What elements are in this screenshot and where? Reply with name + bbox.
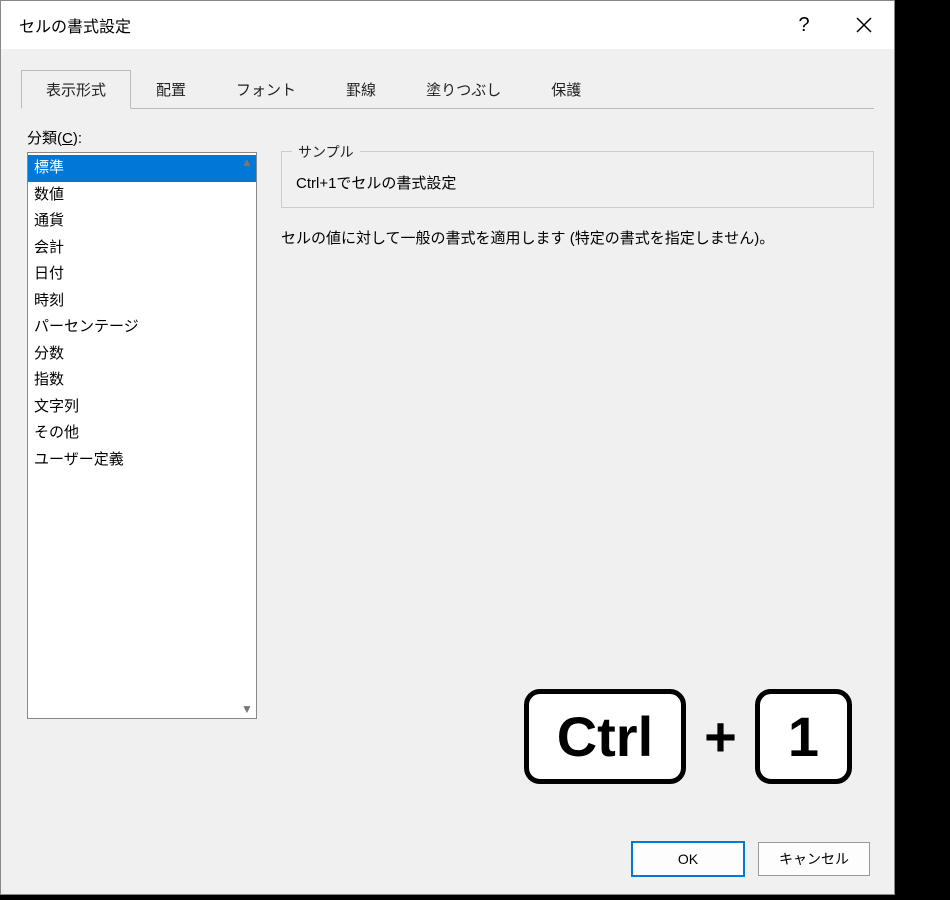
list-item[interactable]: ユーザー定義 (28, 447, 256, 474)
format-cells-dialog: セルの書式設定 ? 表示形式 配置 フォント 罫線 塗りつぶし 保護 分類(C)… (0, 0, 895, 895)
list-item[interactable]: 時刻 (28, 288, 256, 315)
list-item[interactable]: 数値 (28, 182, 256, 209)
close-icon (855, 16, 873, 34)
format-description: セルの値に対して一般の書式を適用します (特定の書式を指定しません)。 (281, 228, 874, 251)
category-column: 分類(C): ▲ 標準 数値 通貨 会計 日付 時刻 パーセンテージ 分数 指数… (27, 127, 257, 719)
keycap-1: 1 (755, 689, 852, 784)
titlebar: セルの書式設定 ? (1, 1, 894, 49)
tab-number-format[interactable]: 表示形式 (21, 70, 131, 109)
keycap-ctrl: Ctrl (524, 689, 686, 784)
sample-legend: サンプル (292, 142, 360, 162)
ok-button[interactable]: OK (632, 842, 744, 876)
plus-icon: + (704, 704, 737, 769)
category-listbox[interactable]: ▲ 標準 数値 通貨 会計 日付 時刻 パーセンテージ 分数 指数 文字列 その… (27, 152, 257, 719)
dialog-title: セルの書式設定 (19, 13, 131, 37)
sample-group: サンプル Ctrl+1でセルの書式設定 (281, 151, 874, 208)
close-button[interactable] (834, 1, 894, 49)
list-item[interactable]: 通貨 (28, 208, 256, 235)
list-item[interactable]: その他 (28, 420, 256, 447)
tab-strip: 表示形式 配置 フォント 罫線 塗りつぶし 保護 (21, 69, 874, 109)
list-item[interactable]: 標準 (28, 155, 256, 182)
list-item[interactable]: 指数 (28, 367, 256, 394)
sample-value: Ctrl+1でセルの書式設定 (282, 152, 873, 207)
tab-fill[interactable]: 塗りつぶし (401, 70, 526, 109)
dialog-footer: OK キャンセル (632, 842, 870, 876)
scroll-down-icon[interactable]: ▼ (240, 702, 254, 716)
cancel-button[interactable]: キャンセル (758, 842, 870, 876)
help-button[interactable]: ? (774, 1, 834, 49)
category-label: 分類(C): (27, 127, 257, 148)
help-icon: ? (798, 14, 809, 37)
list-item[interactable]: 分数 (28, 341, 256, 368)
tab-protection[interactable]: 保護 (526, 70, 606, 109)
details-column: サンプル Ctrl+1でセルの書式設定 セルの値に対して一般の書式を適用します … (257, 127, 874, 719)
tab-font[interactable]: フォント (211, 70, 321, 109)
list-item[interactable]: パーセンテージ (28, 314, 256, 341)
shortcut-overlay: Ctrl + 1 (524, 689, 852, 784)
list-item[interactable]: 日付 (28, 261, 256, 288)
tab-alignment[interactable]: 配置 (131, 70, 211, 109)
list-item[interactable]: 文字列 (28, 394, 256, 421)
tab-border[interactable]: 罫線 (321, 70, 401, 109)
tab-content: 分類(C): ▲ 標準 数値 通貨 会計 日付 時刻 パーセンテージ 分数 指数… (1, 109, 894, 729)
list-item[interactable]: 会計 (28, 235, 256, 262)
scroll-up-icon[interactable]: ▲ (240, 155, 254, 169)
